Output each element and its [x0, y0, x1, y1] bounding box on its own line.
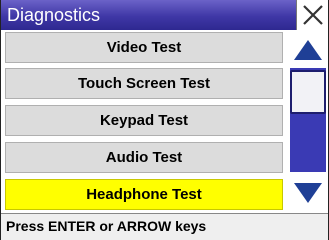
menu-item-audio-test[interactable]: Audio Test [5, 142, 283, 173]
diagnostics-screen: Diagnostics Video Test Touch Screen Test… [0, 0, 329, 240]
close-icon [302, 5, 323, 25]
close-button[interactable] [296, 0, 328, 30]
diagnostics-menu-list: Video Test Touch Screen Test Keypad Test… [1, 30, 287, 211]
triangle-up-icon [294, 40, 322, 60]
status-bar: Press ENTER or ARROW keys [1, 213, 328, 240]
menu-item-label: Keypad Test [99, 112, 189, 129]
scrollbar[interactable] [288, 30, 328, 211]
scroll-track[interactable] [290, 68, 326, 172]
menu-item-label: Audio Test [105, 149, 183, 166]
scroll-thumb[interactable] [290, 70, 326, 114]
menu-item-headphone-test[interactable]: Headphone Test [5, 179, 283, 210]
menu-item-video-test[interactable]: Video Test [5, 32, 283, 63]
menu-item-touch-screen-test[interactable]: Touch Screen Test [5, 68, 283, 99]
window-title: Diagnostics [7, 5, 101, 25]
triangle-down-icon [294, 183, 322, 203]
menu-item-label: Touch Screen Test [78, 75, 210, 92]
menu-item-label: Headphone Test [86, 186, 202, 203]
title-bar: Diagnostics [1, 0, 328, 30]
scroll-down-button[interactable] [288, 177, 328, 209]
menu-item-label: Video Test [106, 39, 182, 56]
scroll-up-button[interactable] [288, 34, 328, 66]
status-text: Press ENTER or ARROW keys [6, 218, 207, 234]
menu-item-keypad-test[interactable]: Keypad Test [5, 105, 283, 136]
